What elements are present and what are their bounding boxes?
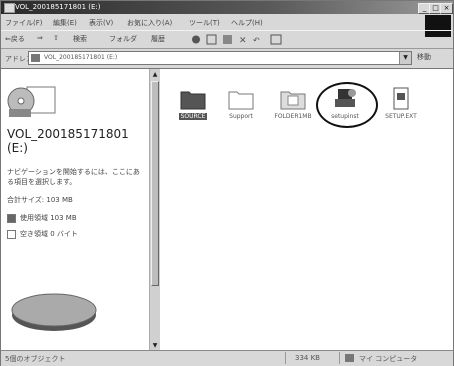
volume-drive-letter: (E:) xyxy=(7,141,28,155)
scroll-up-icon[interactable]: ▲ xyxy=(151,70,159,79)
capacity-text: 合計サイズ: 103 MB xyxy=(7,196,73,204)
file-item-setup-ext[interactable]: SETUP.EXT xyxy=(373,87,429,120)
menu-view[interactable]: 表示(V) xyxy=(89,18,113,28)
scroll-down-icon[interactable]: ▼ xyxy=(151,341,159,350)
file-label: Support xyxy=(229,113,253,120)
forward-button[interactable]: ⇒ xyxy=(37,34,43,42)
menu-tools[interactable]: ツール(T) xyxy=(189,18,220,28)
panel-description: ナビゲーションを開始するには、ここにある項目を選択します。 xyxy=(7,168,140,186)
status-object-count: 5個のオブジェクト xyxy=(5,355,66,363)
folder-icon xyxy=(180,91,206,110)
status-separator xyxy=(339,352,340,364)
delete-icon[interactable]: ✕ xyxy=(239,36,247,45)
address-value[interactable]: VOL_200185171801 (E:) xyxy=(44,54,117,61)
explorer-window: VOL_200185171801 (E:) _ □ × ファイル(F) 編集(E… xyxy=(0,0,454,366)
folders-button[interactable]: フォルダ xyxy=(109,34,137,44)
back-button[interactable]: ⇐戻る xyxy=(5,34,25,44)
move-to-icon[interactable] xyxy=(192,35,200,44)
scrollbar-thumb[interactable] xyxy=(151,81,159,286)
title-bar[interactable]: VOL_200185171801 (E:) _ □ × xyxy=(1,1,453,14)
address-bar: アドレス(D) VOL_200185171801 (E:) ▼ 移動 xyxy=(1,49,453,67)
free-text: 空き領域 0 バイト xyxy=(20,230,78,238)
toolbar-icons: ✕ ↶ xyxy=(192,34,282,45)
folder-icon xyxy=(228,91,254,110)
status-bar: 5個のオブジェクト 334 KB マイ コンピュータ xyxy=(1,350,453,366)
used-swatch xyxy=(7,213,16,223)
content-area: VOL_200185171801 (E:) ナビゲーションを開始するには、ここに… xyxy=(1,68,453,351)
menu-file[interactable]: ファイル(F) xyxy=(5,18,43,28)
folder-doc-icon xyxy=(280,91,306,110)
status-zone: マイ コンピュータ xyxy=(359,355,418,363)
menu-favorites[interactable]: お気に入り(A) xyxy=(127,18,172,28)
window-title: VOL_200185171801 (E:) xyxy=(15,3,101,11)
undo-icon[interactable]: ↶ xyxy=(252,36,260,45)
drive-icon xyxy=(31,54,40,62)
history-button[interactable]: 履歴 xyxy=(151,34,165,44)
chevron-down-icon[interactable]: ▼ xyxy=(399,52,411,64)
used-text: 使用領域 103 MB xyxy=(20,214,77,222)
go-button[interactable]: 移動 xyxy=(417,52,431,62)
close-button[interactable]: × xyxy=(440,3,453,14)
web-view-panel: VOL_200185171801 (E:) ナビゲーションを開始するには、ここに… xyxy=(1,69,149,351)
menu-bar: ファイル(F) 編集(E) 表示(V) お気に入り(A) ツール(T) ヘルプ(… xyxy=(1,15,453,29)
status-separator xyxy=(285,352,286,364)
file-label: SOURCE xyxy=(178,113,208,120)
disk-usage-pie xyxy=(11,293,97,331)
document-icon xyxy=(393,87,409,110)
menu-edit[interactable]: 編集(E) xyxy=(53,18,77,28)
file-label: SETUP.EXT xyxy=(385,113,417,120)
computer-icon xyxy=(345,354,354,362)
up-folder-button[interactable]: ⇧ xyxy=(53,34,59,42)
search-button[interactable]: 検索 xyxy=(73,34,87,44)
views-icon[interactable] xyxy=(270,34,282,45)
toolbar: ⇐戻る ⇒ ⇧ 検索 フォルダ 履歴 ✕ ↶ xyxy=(1,30,453,49)
used-legend: 使用領域 103 MB xyxy=(7,213,77,223)
copy-to-icon[interactable] xyxy=(206,34,217,45)
file-item-folder1mb[interactable]: FOLDER1MB xyxy=(265,87,321,120)
file-list: SOURCE Support FOLDER1MB setupinst SETUP… xyxy=(161,69,453,351)
volume-label: VOL_200185171801 xyxy=(7,127,129,141)
free-swatch xyxy=(7,229,16,239)
drive-icon xyxy=(4,3,15,13)
volume-title: VOL_200185171801 (E:) xyxy=(7,127,129,155)
paste-icon[interactable] xyxy=(223,35,232,44)
left-pane-scrollbar[interactable]: ▲ ▼ xyxy=(149,69,160,351)
address-input[interactable]: VOL_200185171801 (E:) ▼ xyxy=(28,51,412,65)
highlight-circle xyxy=(316,82,378,128)
file-item-support[interactable]: Support xyxy=(213,87,269,120)
menu-help[interactable]: ヘルプ(H) xyxy=(231,18,263,28)
status-size: 334 KB xyxy=(295,354,320,362)
cd-drive-icon xyxy=(7,86,56,117)
free-legend: 空き領域 0 バイト xyxy=(7,229,78,239)
file-label: FOLDER1MB xyxy=(274,113,312,120)
